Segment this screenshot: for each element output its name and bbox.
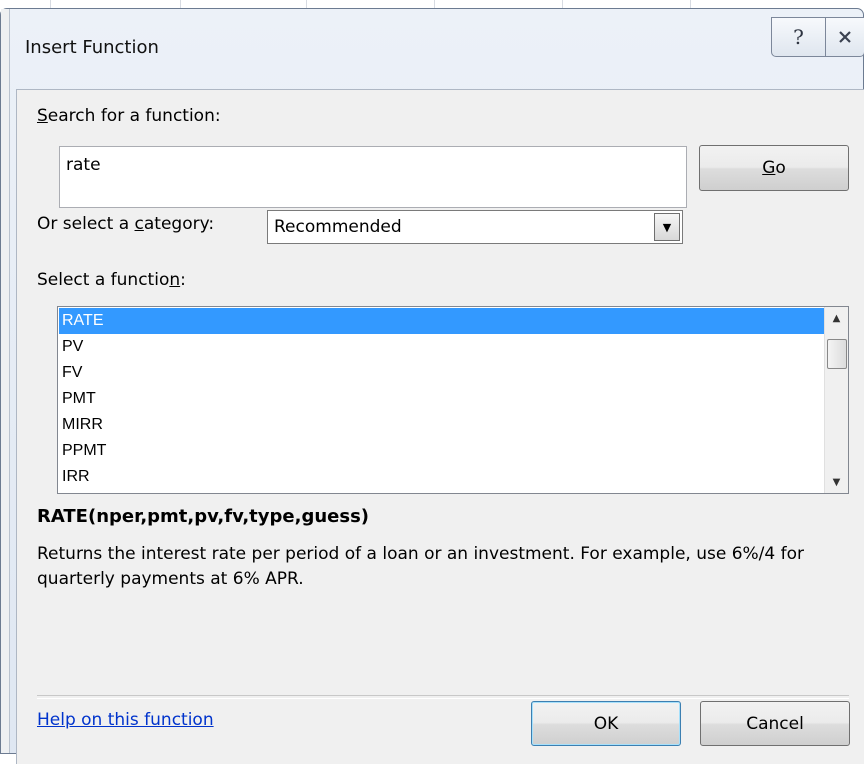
go-button[interactable]: Go	[699, 145, 849, 191]
function-list-item[interactable]: RATE	[59, 308, 825, 334]
search-label: Search for a function:	[37, 106, 221, 126]
help-button[interactable]: ?	[771, 17, 826, 57]
insert-function-dialog: Insert Function ? Search for a function:…	[0, 8, 864, 764]
function-list-item[interactable]: PMT	[59, 386, 825, 412]
function-list-items: RATE PV FV PMT MIRR PPMT IRR	[59, 308, 825, 490]
category-selected-value: Recommended	[274, 217, 402, 237]
scrollbar[interactable]: ▲ ▼	[824, 307, 848, 493]
category-label: Or select a category:	[37, 214, 215, 234]
dialog-client-area: Search for a function: rate Go Or select…	[16, 89, 864, 764]
function-list-item[interactable]: PV	[59, 334, 825, 360]
help-on-function-link[interactable]: Help on this function	[37, 710, 214, 730]
function-list[interactable]: RATE PV FV PMT MIRR PPMT IRR ▲ ▼	[57, 306, 849, 494]
chevron-down-icon: ▼	[662, 220, 672, 234]
arrow-up-icon: ▲	[832, 312, 841, 324]
search-input[interactable]: rate	[59, 146, 687, 208]
function-list-item[interactable]: IRR	[59, 464, 825, 490]
dropdown-button[interactable]: ▼	[654, 213, 680, 241]
function-list-label: Select a function:	[37, 270, 186, 290]
arrow-down-icon: ▼	[832, 476, 841, 488]
function-list-item[interactable]: FV	[59, 360, 825, 386]
function-description: Returns the interest rate per period of …	[37, 544, 804, 589]
search-input-value: rate	[66, 155, 101, 175]
scroll-up-button[interactable]: ▲	[825, 307, 848, 329]
function-list-item[interactable]: MIRR	[59, 412, 825, 438]
dialog-title: Insert Function	[25, 37, 159, 58]
cancel-button[interactable]: Cancel	[700, 701, 850, 746]
close-button[interactable]	[825, 17, 864, 57]
ok-button[interactable]: OK	[531, 701, 681, 746]
function-signature: RATE(nper,pmt,pv,fv,type,guess)	[37, 506, 370, 527]
scroll-thumb[interactable]	[827, 339, 847, 369]
scroll-down-button[interactable]: ▼	[825, 471, 848, 493]
function-list-item[interactable]: PPMT	[59, 438, 825, 464]
separator	[37, 695, 849, 699]
question-mark-icon: ?	[793, 25, 804, 49]
close-icon	[839, 31, 851, 43]
category-select[interactable]: Recommended ▼	[267, 210, 683, 244]
